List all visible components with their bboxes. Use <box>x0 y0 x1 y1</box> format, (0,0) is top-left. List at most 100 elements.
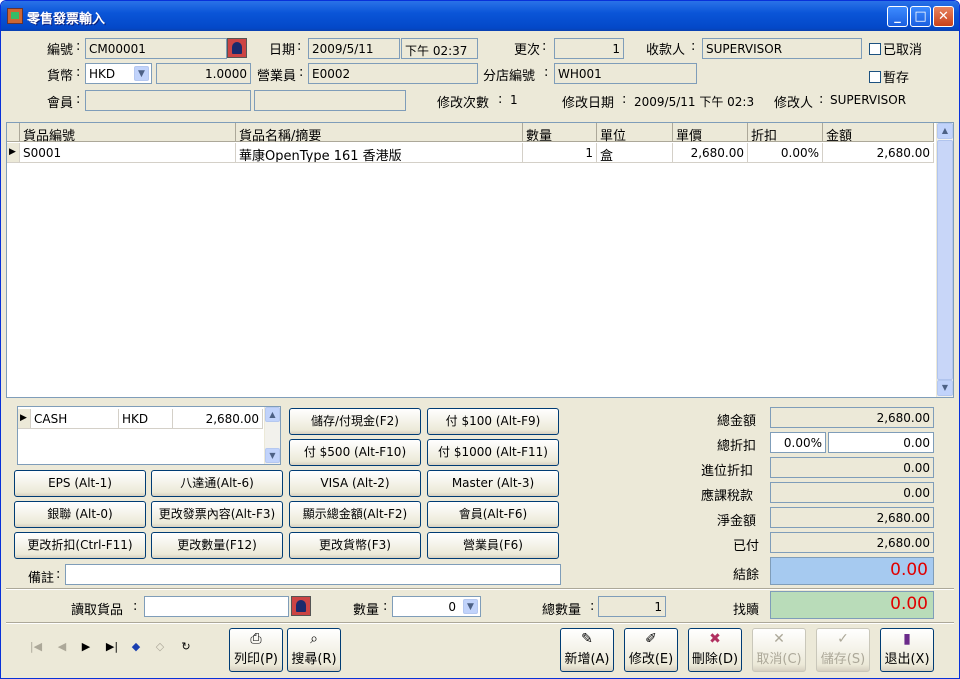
payment-currency-cell[interactable]: HKD <box>119 409 173 429</box>
cell-price[interactable]: 2,680.00 <box>673 143 748 163</box>
currency-select[interactable]: HKD ▼ <box>85 63 152 84</box>
paid-field: 2,680.00 <box>770 532 934 553</box>
scroll-thumb[interactable] <box>937 140 953 380</box>
shift-field[interactable]: 1 <box>554 38 624 59</box>
minimize-button[interactable]: _ <box>887 6 908 27</box>
cancel-button[interactable]: ✕ 取消(C) <box>752 628 806 672</box>
cancel-icon: ✕ <box>773 631 785 647</box>
total-qty-label: 總數量 <box>542 603 582 618</box>
total-qty-field: 1 <box>598 596 666 617</box>
refresh-icon[interactable]: ↻ <box>177 640 195 656</box>
exchange-rate-field[interactable]: 1.0000 <box>156 63 251 84</box>
save-button[interactable]: ✓ 儲存(S) <box>816 628 870 672</box>
shift-label: 更次 <box>514 43 541 58</box>
scroll-up-icon[interactable]: ▲ <box>937 123 953 139</box>
change-qty-button[interactable]: 更改數量(F12) <box>151 532 283 559</box>
code-lookup-icon[interactable] <box>227 38 247 58</box>
bookmark-icon[interactable]: ◆ <box>127 640 145 656</box>
hold-checkbox[interactable]: 暫存 <box>869 67 909 86</box>
column-header-unit[interactable]: 單位 <box>597 123 673 144</box>
show-total-button[interactable]: 顯示總金額(Alt-F2) <box>289 501 421 528</box>
octopus-button[interactable]: 八達通(Alt-6) <box>151 470 283 497</box>
column-header-name[interactable]: 貨品名稱/摘要 <box>236 123 523 144</box>
pay-500-button[interactable]: 付 $500 (Alt-F10) <box>289 439 421 466</box>
cell-qty[interactable]: 1 <box>523 143 597 163</box>
deposit-cash-button[interactable]: 儲存/付現金(F2) <box>289 408 421 435</box>
master-button[interactable]: Master (Alt-3) <box>427 470 559 497</box>
cell-discount[interactable]: 0.00% <box>748 143 823 163</box>
member-button[interactable]: 會員(Alt-F6) <box>427 501 559 528</box>
member-label: 會員 <box>47 96 74 111</box>
delete-button[interactable]: ✖ 刪除(D) <box>688 628 742 672</box>
modifier-label: 修改人 <box>774 96 814 111</box>
salesman-label: 營業員 <box>257 69 297 84</box>
exit-button[interactable]: ▮ 退出(X) <box>880 628 934 672</box>
column-header-discount[interactable]: 折扣 <box>748 123 823 144</box>
change-discount-button[interactable]: 更改折扣(Ctrl-F11) <box>14 532 146 559</box>
close-button[interactable]: ✕ <box>933 6 954 27</box>
scroll-down-icon[interactable]: ▼ <box>937 380 953 396</box>
cell-amount[interactable]: 2,680.00 <box>823 143 934 163</box>
first-record-icon[interactable]: |◀ <box>27 640 45 656</box>
member-name-field[interactable] <box>254 90 406 111</box>
scroll-down-icon[interactable]: ▼ <box>265 448 280 463</box>
edit-button[interactable]: ✐ 修改(E) <box>624 628 678 672</box>
date-field[interactable]: 2009/5/11 <box>308 38 400 59</box>
change-currency-button[interactable]: 更改貨幣(F3) <box>289 532 421 559</box>
total-discount-pct-field[interactable]: 0.00% <box>770 432 826 453</box>
item-lookup-icon[interactable] <box>291 596 311 616</box>
checkbox-icon <box>869 71 881 83</box>
prev-record-icon[interactable]: ◀ <box>53 640 71 656</box>
cell-name[interactable]: 華康OpenType 161 香港版 <box>236 143 523 163</box>
grid-scrollbar[interactable]: ▲ ▼ <box>936 123 953 397</box>
payments-scrollbar[interactable]: ▲ ▼ <box>264 407 280 464</box>
code-label: 編號 <box>47 43 74 58</box>
cell-code[interactable]: S0001 <box>20 143 236 163</box>
invoice-window: 零售發票輸入 _ □ ✕ 編號 : CM00001 日期 : 2009/5/11… <box>0 0 960 679</box>
remarks-label: 備註 <box>28 571 55 586</box>
unionpay-button[interactable]: 銀聯 (Alt-0) <box>14 501 146 528</box>
total-discount-field[interactable]: 0.00 <box>828 432 934 453</box>
payment-amount-cell[interactable]: 2,680.00 <box>173 409 263 429</box>
payments-grid[interactable]: ▶ CASH HKD 2,680.00 ▲ ▼ <box>17 406 281 465</box>
remarks-field[interactable] <box>65 564 561 585</box>
net-label: 淨金額 <box>717 514 757 529</box>
payment-method-cell[interactable]: CASH <box>31 409 119 429</box>
goto-icon[interactable]: ◇ <box>151 640 169 656</box>
items-grid[interactable]: 貨品編號 貨品名稱/摘要 數量 單位 單價 折扣 金額 ▶ S0001 華康Op… <box>6 122 954 398</box>
next-record-icon[interactable]: ▶ <box>77 640 95 656</box>
rounding-label: 進位折扣 <box>701 464 754 479</box>
window-title: 零售發票輸入 <box>27 12 106 27</box>
cancelled-checkbox[interactable]: 已取消 <box>869 39 922 58</box>
member-code-field[interactable] <box>85 90 251 111</box>
chevron-down-icon[interactable]: ▼ <box>134 66 149 81</box>
search-button[interactable]: ⌕ 搜尋(R) <box>287 628 341 672</box>
print-button[interactable]: ⎙ 列印(P) <box>229 628 283 672</box>
pay-1000-button[interactable]: 付 $1000 (Alt-F11) <box>427 439 559 466</box>
cashier-field[interactable]: SUPERVISOR <box>702 38 862 59</box>
salesman-field[interactable]: E0002 <box>308 63 478 84</box>
column-header-amount[interactable]: 金額 <box>823 123 934 144</box>
branch-field[interactable]: WH001 <box>554 63 697 84</box>
eps-button[interactable]: EPS (Alt-1) <box>14 470 146 497</box>
edit-invoice-button[interactable]: 更改發票內容(Alt-F3) <box>151 501 283 528</box>
salesman-button[interactable]: 營業員(F6) <box>427 532 559 559</box>
column-header-qty[interactable]: 數量 <box>523 123 597 144</box>
maximize-button[interactable]: □ <box>910 6 931 27</box>
chevron-down-icon[interactable]: ▼ <box>463 599 478 614</box>
visa-button[interactable]: VISA (Alt-2) <box>289 470 421 497</box>
cell-unit[interactable]: 盒 <box>597 143 673 163</box>
read-item-field[interactable] <box>144 596 289 617</box>
add-button[interactable]: ✎ 新增(A) <box>560 628 614 672</box>
column-header-price[interactable]: 單價 <box>673 123 748 144</box>
column-header-code[interactable]: 貨品編號 <box>20 123 236 144</box>
last-record-icon[interactable]: ▶| <box>103 640 121 656</box>
time-field[interactable]: 下午 02:37 <box>401 38 478 59</box>
new-document-icon: ✎ <box>581 631 593 647</box>
pay-100-button[interactable]: 付 $100 (Alt-F9) <box>427 408 559 435</box>
scan-qty-field[interactable]: 0 ▼ <box>392 596 481 617</box>
code-field[interactable]: CM00001 <box>85 38 227 59</box>
net-field: 2,680.00 <box>770 507 934 528</box>
scroll-up-icon[interactable]: ▲ <box>265 407 280 422</box>
currency-label: 貨幣 <box>47 69 74 84</box>
